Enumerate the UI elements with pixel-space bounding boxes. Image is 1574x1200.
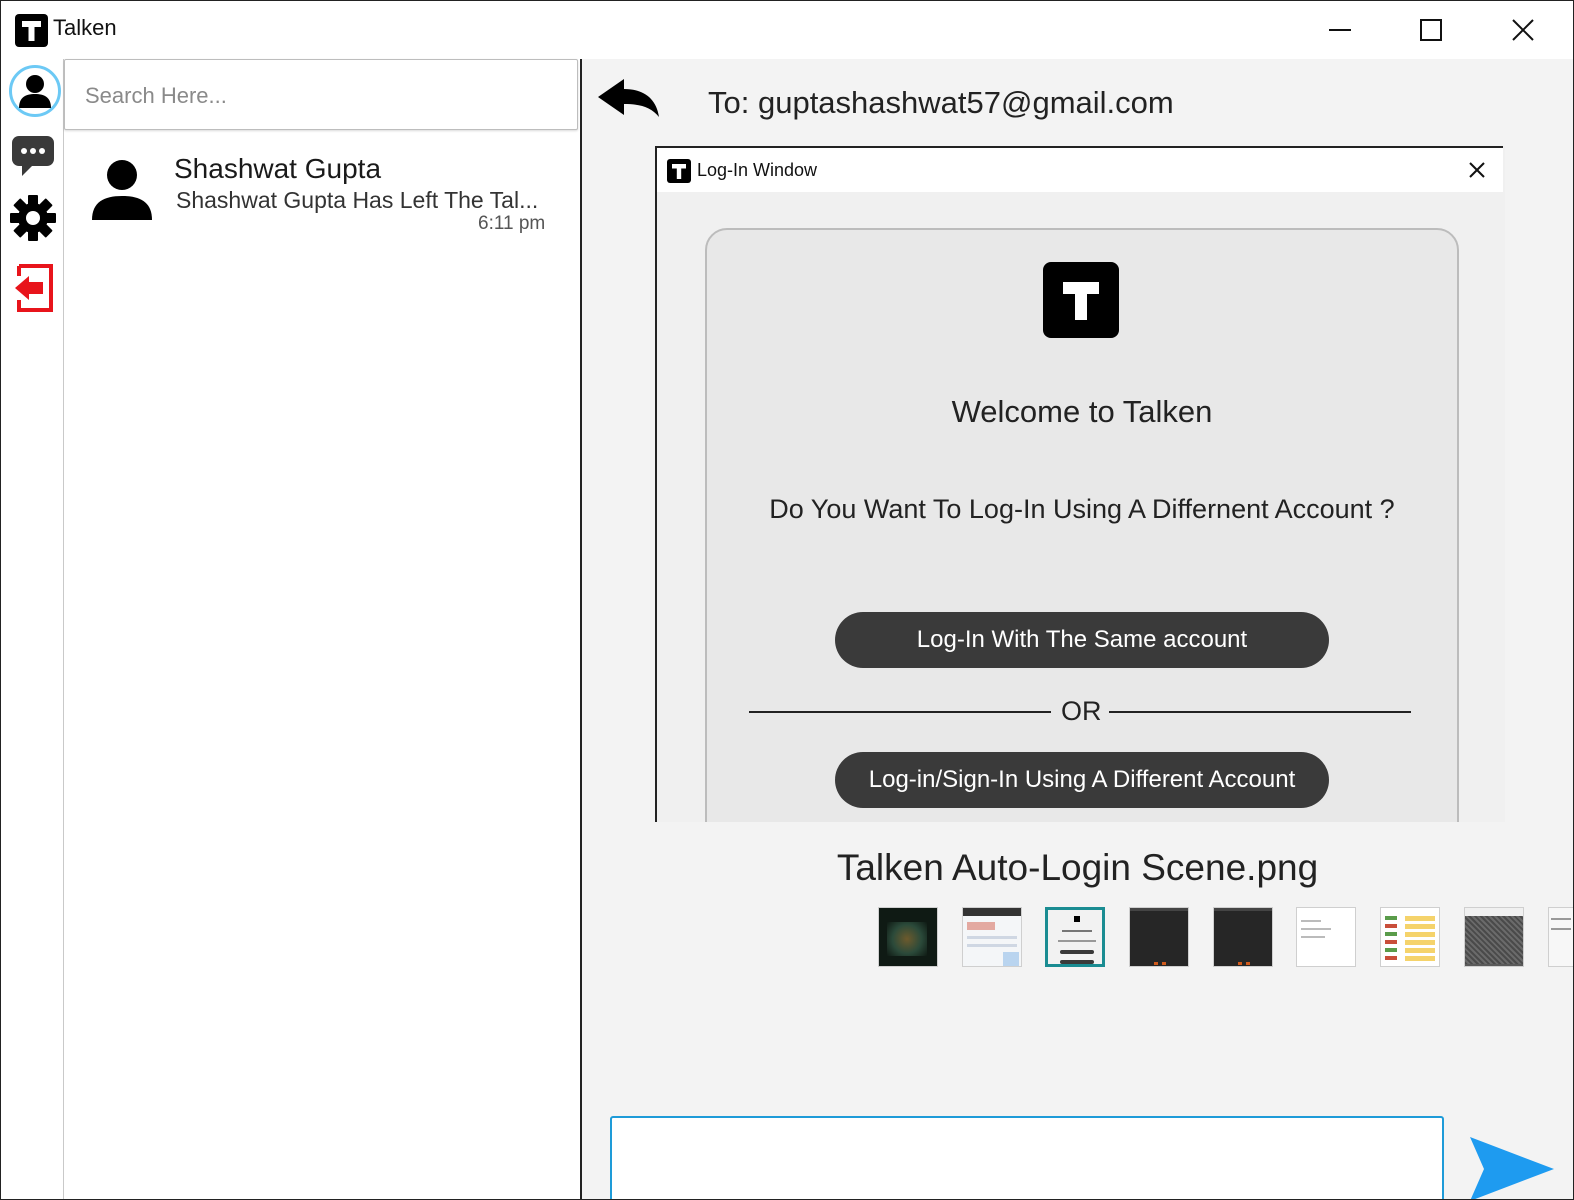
- contact-list-item[interactable]: Shashwat Gupta Shashwat Gupta Has Left T…: [64, 143, 578, 239]
- login-same-account-button: Log-In With The Same account: [835, 612, 1329, 668]
- attachment-filename: Talken Auto-Login Scene.png: [836, 847, 1319, 888]
- app-logo-icon: [15, 14, 48, 47]
- talken-logo-icon: [1043, 262, 1119, 338]
- rail-item-logout[interactable]: [8, 263, 58, 313]
- app-title: Talken: [53, 15, 117, 40]
- send-arrow-icon: [1470, 1137, 1554, 1199]
- login-question: Do You Want To Log-In Using A Differnent…: [769, 494, 1395, 524]
- rail-item-profile[interactable]: [9, 65, 61, 117]
- search-input[interactable]: [83, 80, 557, 112]
- minimize-icon: [1329, 29, 1351, 31]
- login-different-account-button: Log-in/Sign-In Using A Different Account: [835, 752, 1329, 808]
- contact-avatar-icon: [92, 160, 152, 220]
- recipient-label: To: guptashashwat57@gmail.com: [708, 85, 1174, 120]
- thumbnail-4[interactable]: [1129, 907, 1189, 967]
- thumbnail-9[interactable]: [1548, 907, 1573, 967]
- close-window-button[interactable]: [1478, 1, 1568, 59]
- chat-area: To: guptashashwat57@gmail.com Log-In Win…: [582, 59, 1573, 1199]
- thumbnail-7[interactable]: [1380, 907, 1440, 967]
- divider-line-right: [1109, 711, 1411, 713]
- message-input[interactable]: [610, 1116, 1444, 1199]
- reply-arrow-icon: [598, 79, 659, 117]
- gear-icon: [10, 195, 56, 241]
- send-button[interactable]: [1468, 1131, 1558, 1199]
- rail-item-settings[interactable]: [8, 193, 58, 243]
- preview-close-icon: [1469, 162, 1485, 178]
- thumbnail-3-selected[interactable]: [1045, 907, 1105, 967]
- contact-name: Shashwat Gupta: [174, 153, 382, 184]
- divider-line-left: [749, 711, 1051, 713]
- logout-icon: [15, 264, 53, 312]
- login-card: Welcome to Talken Do You Want To Log-In …: [705, 228, 1459, 822]
- thumbnail-8[interactable]: [1464, 907, 1524, 967]
- thumbnail-2[interactable]: [962, 907, 1022, 967]
- talken-app-window: Talken Search Here... Shashwat Gupta Sha…: [0, 0, 1574, 1200]
- attachment-image-preview[interactable]: Log-In Window Welcome to Talken Do You W…: [655, 146, 1505, 822]
- close-icon: [1512, 19, 1534, 41]
- preview-window-titlebar: Log-In Window: [657, 146, 1503, 192]
- or-divider: OR: [749, 696, 1411, 732]
- chat-bubble-icon: [12, 136, 54, 176]
- preview-app-logo-icon: [667, 159, 691, 183]
- preview-window-title: Log-In Window: [697, 160, 818, 180]
- contact-time: 6:11 pm: [478, 213, 546, 234]
- contacts-panel: Shashwat Gupta Shashwat Gupta Has Left T…: [64, 59, 582, 1199]
- rail-item-chats[interactable]: [8, 131, 58, 181]
- maximize-icon: [1420, 19, 1442, 41]
- thumbnail-6[interactable]: [1296, 907, 1356, 967]
- user-circle-icon: [19, 75, 51, 108]
- welcome-heading: Welcome to Talken: [951, 394, 1213, 429]
- minimize-button[interactable]: [1295, 1, 1385, 59]
- maximize-button[interactable]: [1386, 1, 1476, 59]
- title-bar: Talken: [1, 1, 1573, 59]
- thumbnail-1[interactable]: [878, 907, 938, 967]
- contact-last-message: Shashwat Gupta Has Left The Tal...: [176, 187, 539, 213]
- search-box: [64, 59, 578, 130]
- thumbnail-5[interactable]: [1213, 907, 1273, 967]
- or-label: OR: [1061, 696, 1102, 726]
- navigation-rail: [1, 59, 64, 1199]
- thumbnail-strip: [878, 905, 1573, 969]
- back-button[interactable]: [596, 77, 662, 123]
